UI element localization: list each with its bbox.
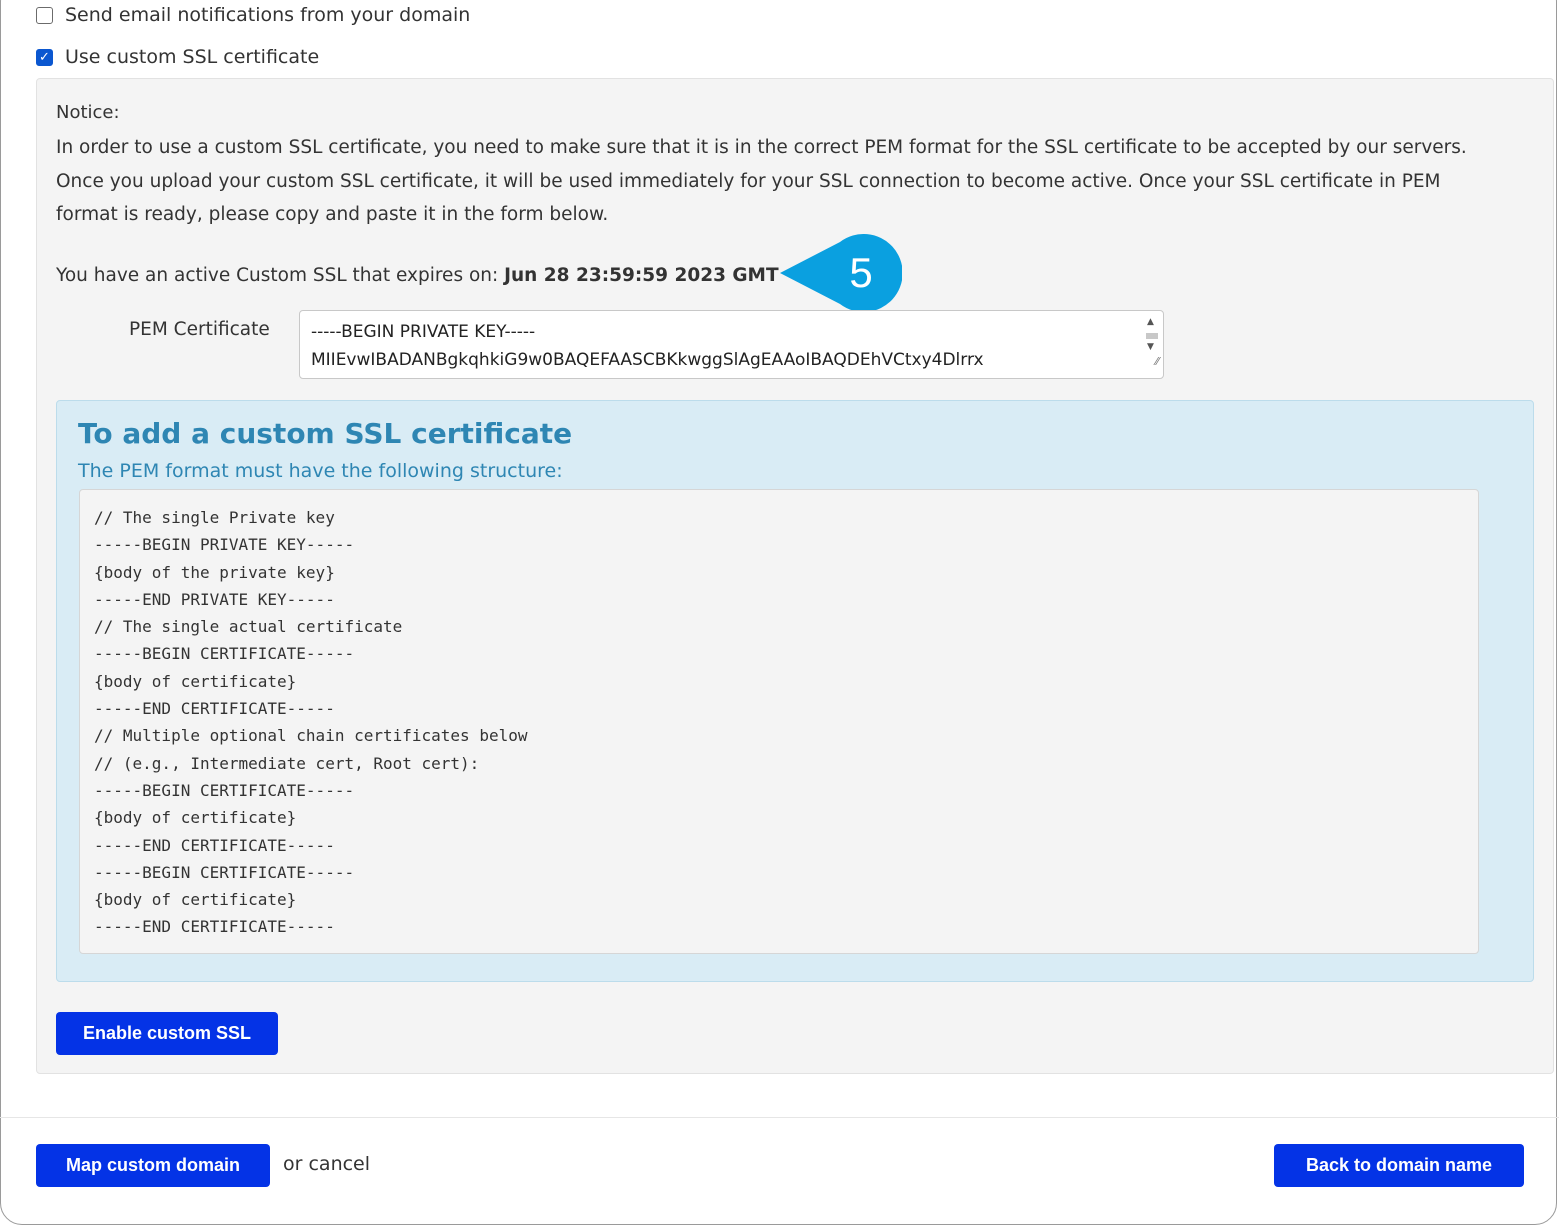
email-notifications-checkbox[interactable] [36,6,53,24]
info-subtitle: The PEM format must have the following s… [78,460,563,482]
code-line: // Multiple optional chain certificates … [94,726,528,746]
step-callout-number: 5 [849,249,873,296]
custom-ssl-label: Use custom SSL certificate [65,46,320,68]
active-ssl-status: You have an active Custom SSL that expir… [56,265,779,286]
resize-grip-icon[interactable]: ⁄⁄ [1155,348,1159,376]
code-line: // The single Private key [94,508,335,527]
email-notifications-option[interactable]: Send email notifications from your domai… [36,4,470,26]
code-line: -----BEGIN PRIVATE KEY----- [94,535,355,555]
pem-line: -----BEGIN PRIVATE KEY----- [311,322,536,342]
active-ssl-prefix: You have an active Custom SSL that expir… [56,265,505,286]
code-line: // The single actual certificate [94,617,403,637]
scroll-down-icon[interactable]: ▼ [1147,343,1154,352]
cancel-link[interactable]: or cancel [283,1153,370,1175]
code-line: {body of certificate} [94,671,297,691]
code-line: -----END CERTIFICATE----- [94,835,335,855]
code-line: {body of certificate} [94,890,297,910]
footer-divider [0,1117,1559,1118]
notice-title: Notice: [56,102,120,123]
code-line: -----BEGIN CERTIFICATE----- [94,644,355,664]
code-line: {body of the private key} [94,562,335,582]
email-notifications-label: Send email notifications from your domai… [65,4,471,26]
pem-certificate-label: PEM Certificate [129,319,270,340]
code-line: -----BEGIN CERTIFICATE----- [94,780,355,800]
code-line: // (e.g., Intermediate cert, Root cert): [94,753,480,773]
custom-ssl-checkbox[interactable]: ✓ [36,48,53,66]
code-line: {body of certificate} [94,808,297,828]
pem-certificate-textarea[interactable]: -----BEGIN PRIVATE KEY----- MIIEvwIBADAN… [299,310,1164,379]
pem-line: MIIEvwIBADANBgkqhkiG9w0BAQEFAASCBKkwggSl… [311,350,984,370]
enable-custom-ssl-button[interactable]: Enable custom SSL [56,1012,278,1055]
pem-structure-code-block: // The single Private key -----BEGIN PRI… [79,489,1479,954]
active-ssl-expiry: Jun 28 23:59:59 2023 GMT [504,265,779,286]
back-to-domain-name-button[interactable]: Back to domain name [1274,1144,1524,1187]
code-line: -----END CERTIFICATE----- [94,917,335,937]
custom-ssl-option[interactable]: ✓ Use custom SSL certificate [36,46,319,68]
code-line: -----END CERTIFICATE----- [94,699,335,719]
notice-body: In order to use a custom SSL certificate… [56,137,1467,225]
info-title: To add a custom SSL certificate [78,417,573,450]
scroll-up-icon[interactable]: ▲ [1147,318,1154,327]
code-line: -----END PRIVATE KEY----- [94,589,335,609]
map-custom-domain-button[interactable]: Map custom domain [36,1144,270,1187]
code-line: -----BEGIN CERTIFICATE----- [94,862,355,882]
scrollbar-thumb[interactable] [1146,333,1158,339]
